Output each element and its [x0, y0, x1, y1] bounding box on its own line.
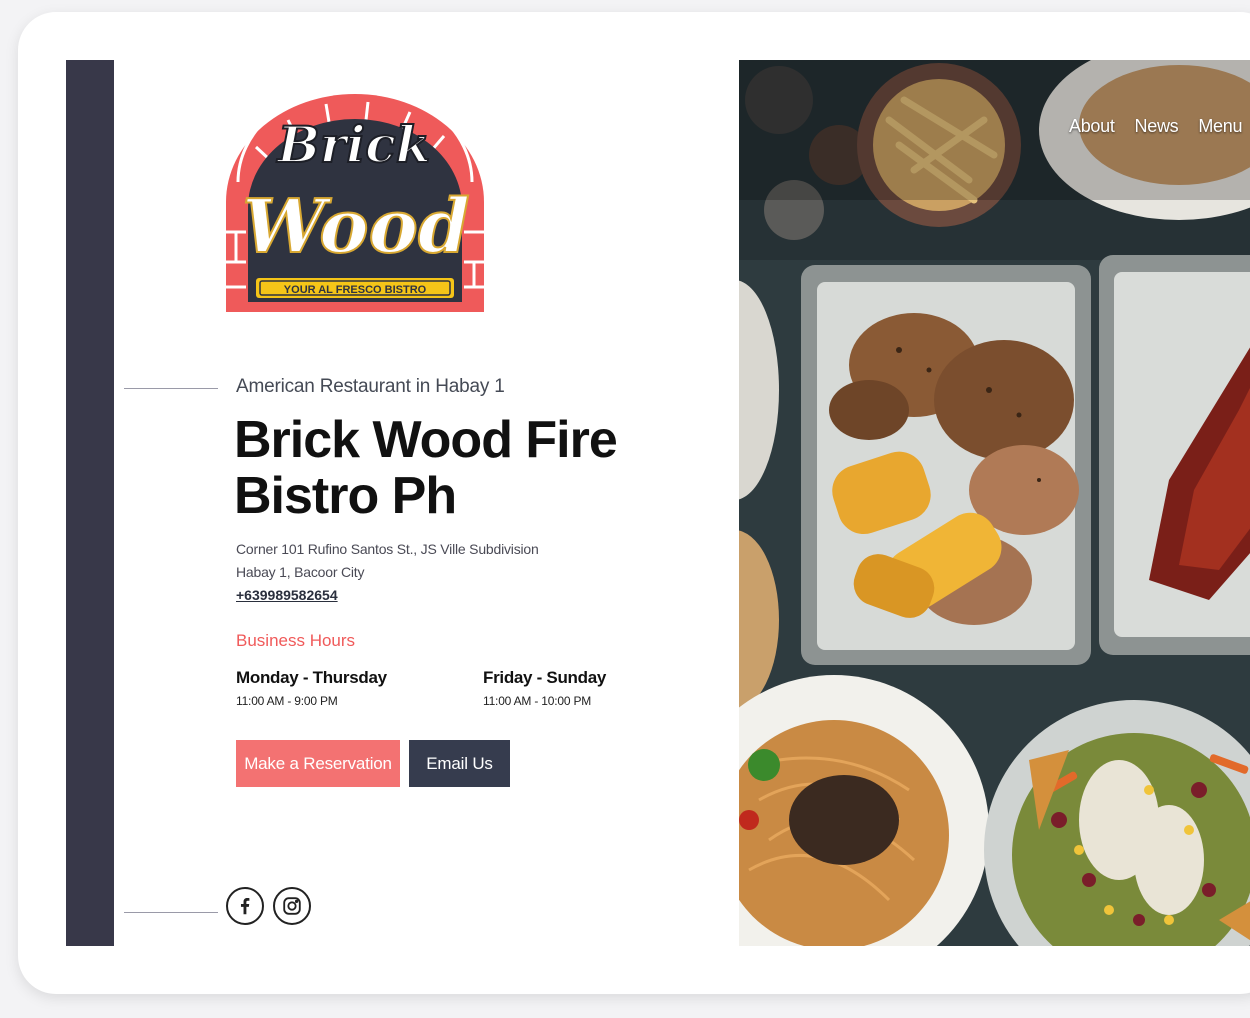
instagram-icon[interactable]	[273, 887, 311, 925]
business-hours-heading: Business Hours	[236, 631, 356, 650]
hero-food-image: About News Menu	[739, 60, 1250, 946]
hours-time: 11:00 AM - 10:00 PM	[483, 694, 592, 708]
logo-text-wood: Wood	[242, 184, 470, 270]
page-subtitle: American Restaurant in Habay 1	[236, 376, 505, 397]
logo-tagline: YOUR AL FRESCO BISTRO	[284, 284, 427, 296]
hours-days: Friday - Sunday	[483, 668, 607, 687]
nav-news[interactable]: News	[1135, 116, 1179, 137]
brickwood-logo[interactable]: Brick Wood YOUR AL FRESCO BISTRO	[226, 92, 484, 314]
facebook-icon[interactable]	[226, 887, 264, 925]
address-block: Corner 101 Rufino Santos St., JS Ville S…	[236, 538, 596, 584]
logo-text-brick: Brick	[276, 115, 431, 174]
email-us-button[interactable]: Email Us	[409, 740, 510, 787]
page-card: Brick Wood YOUR AL FRESCO BISTRO America…	[18, 12, 1250, 994]
social-rule	[124, 912, 218, 913]
top-nav: About News Menu	[1069, 116, 1242, 137]
subtitle-rule	[124, 388, 218, 389]
page-title: Brick Wood Fire Bistro Ph	[234, 411, 618, 525]
sidebar-accent-bar	[66, 60, 114, 946]
hours-days: Monday - Thursday	[236, 668, 387, 687]
address-line-2: Habay 1, Bacoor City	[236, 564, 365, 580]
address-line-1: Corner 101 Rufino Santos St., JS Ville S…	[236, 541, 539, 557]
food-photo	[739, 60, 1250, 946]
hours-block-weekend: Friday - Sunday 11:00 AM - 10:00 PM	[483, 668, 606, 708]
phone-link[interactable]: +639989582654	[236, 587, 338, 603]
hours-block-weekday: Monday - Thursday 11:00 AM - 9:00 PM	[236, 668, 387, 708]
make-reservation-button[interactable]: Make a Reservation	[236, 740, 400, 787]
nav-menu[interactable]: Menu	[1198, 116, 1242, 137]
hours-time: 11:00 AM - 9:00 PM	[236, 694, 338, 708]
nav-about[interactable]: About	[1069, 116, 1115, 137]
